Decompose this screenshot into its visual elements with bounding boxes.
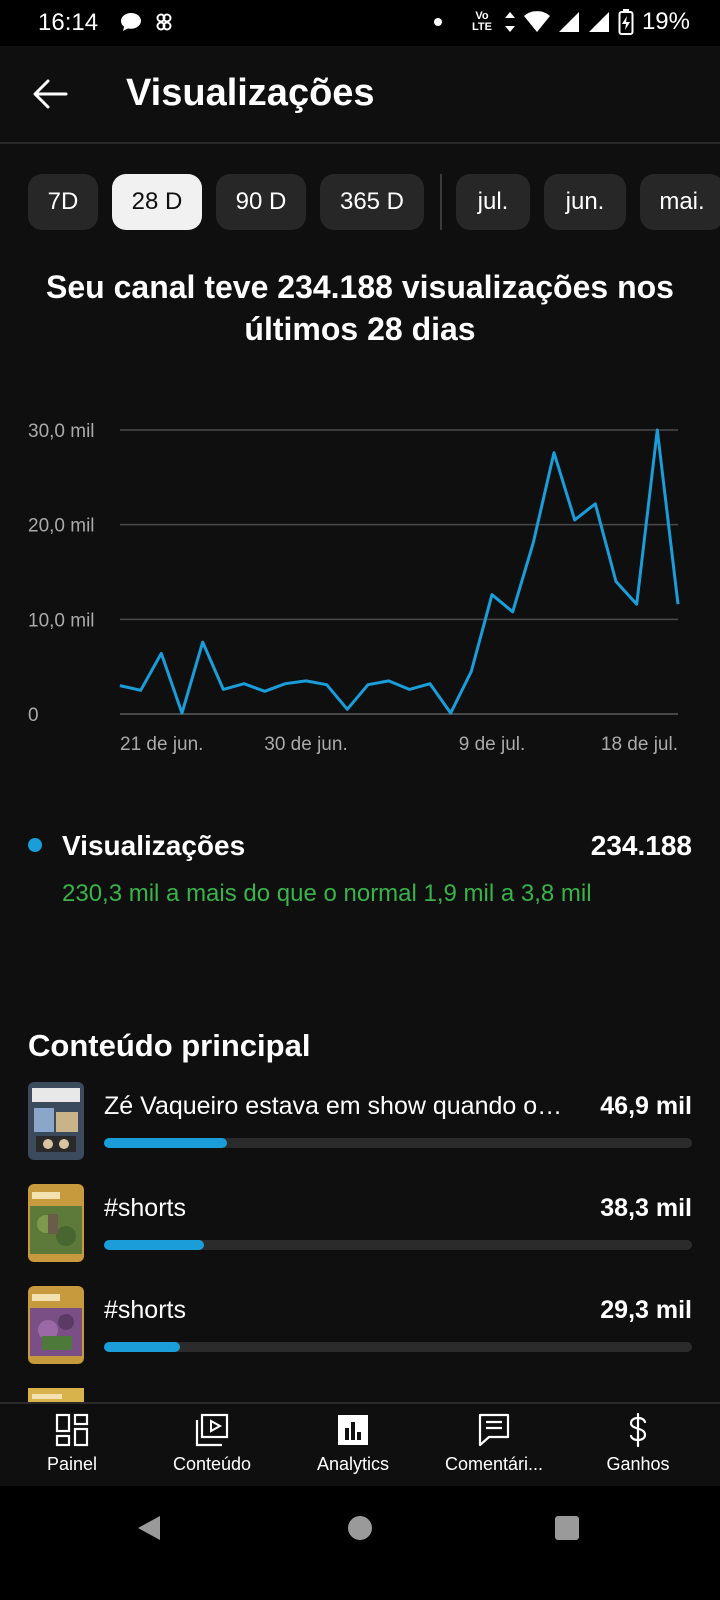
nav-label: Comentári... <box>444 1454 544 1474</box>
home-circle-icon[interactable] <box>347 1515 373 1541</box>
chat-bubble-icon <box>121 13 141 31</box>
video-thumbnail <box>28 1286 84 1364</box>
x-tick-label: 9 de jul. <box>459 734 526 755</box>
nav-label: Conteúdo <box>172 1454 252 1474</box>
chart-y-axis: 30,0 mil 20,0 mil 10,0 mil 0 <box>28 421 95 726</box>
video-thumbnail <box>28 1388 84 1402</box>
app-bar: Visualizações <box>0 46 720 144</box>
battery-percent: 19% <box>641 8 690 35</box>
recents-square-icon[interactable] <box>554 1515 580 1541</box>
comments-icon <box>478 1413 510 1447</box>
y-tick-label: 10,0 mil <box>28 610 95 631</box>
page-title: Visualizações <box>126 72 375 114</box>
chip-365d[interactable]: 365 D <box>320 174 424 230</box>
nav-item-painel[interactable]: Painel <box>0 1412 144 1475</box>
views-bar-track <box>104 1240 692 1250</box>
arrow-left-icon[interactable] <box>28 72 72 116</box>
bottom-nav: Painel Conteúdo Analytics Comentári... G… <box>0 1402 720 1488</box>
section-title-top-content: Conteúdo principal <box>28 1028 311 1063</box>
y-tick-label: 0 <box>28 705 39 726</box>
volte-indicator: Vo LTE <box>471 10 492 33</box>
metric-value: 234.188 <box>590 830 692 861</box>
data-arrows-icon <box>504 12 515 32</box>
wifi-icon <box>523 11 550 32</box>
battery-charging-icon <box>618 9 634 35</box>
views-bar-fill <box>104 1342 181 1352</box>
video-thumbnail <box>28 1082 84 1160</box>
dollar-icon <box>629 1412 647 1448</box>
signal-icon <box>558 12 579 32</box>
content-title: #shorts <box>104 1296 186 1324</box>
chart-points <box>119 429 679 714</box>
nav-label: Ganhos <box>606 1454 670 1474</box>
status-bar: 16:14 Vo LTE 19% <box>0 0 720 46</box>
dashboard-icon <box>55 1413 89 1447</box>
notification-dot-icon <box>433 18 442 26</box>
nav-item-ganhos[interactable]: Ganhos <box>566 1412 710 1475</box>
metric-name: Visualizações <box>62 830 246 861</box>
video-library-icon <box>195 1413 229 1447</box>
content-views: 29,3 mil <box>600 1296 692 1324</box>
analytics-icon <box>338 1415 368 1445</box>
nav-item-comentarios[interactable]: Comentári... <box>422 1412 566 1475</box>
x-tick-label: 30 de jun. <box>264 734 347 755</box>
legend-dot <box>28 838 42 852</box>
views-bar-track <box>104 1138 692 1148</box>
nav-label: Painel <box>46 1454 98 1474</box>
x-tick-label: 18 de jul. <box>601 734 678 755</box>
x-tick-label: 21 de jun. <box>120 734 203 755</box>
views-series-line <box>119 428 680 715</box>
chip-divider <box>440 174 442 230</box>
chart-grid <box>120 429 678 715</box>
chip-90d[interactable]: 90 D <box>216 174 306 230</box>
content-views: 38,3 mil <box>600 1194 692 1222</box>
status-time: 16:14 <box>38 9 99 36</box>
views-bar-fill <box>104 1240 204 1250</box>
chip-jul[interactable]: jul. <box>456 174 530 230</box>
video-thumbnail <box>28 1184 84 1262</box>
content-title: Zé Vaqueiro estava em show quando o s... <box>104 1092 564 1120</box>
content-row[interactable]: #shorts 38,3 mil <box>28 1184 692 1262</box>
nav-item-conteudo[interactable]: Conteúdo <box>140 1412 284 1475</box>
period-chips: 7D 28 D 90 D 365 D jul. jun. mai. <box>28 174 720 230</box>
chip-28d[interactable]: 28 D <box>112 174 202 230</box>
signal-icon <box>588 12 609 32</box>
chip-mai[interactable]: mai. <box>640 174 720 230</box>
views-bar-track <box>104 1342 692 1352</box>
chart-x-axis: 21 de jun. 30 de jun. 9 de jul. 18 de jul. <box>120 734 678 755</box>
nav-label: Analytics <box>316 1454 390 1474</box>
content-views: 46,9 mil <box>600 1092 692 1120</box>
views-headline: Seu canal teve 234.188 visualizações nos… <box>46 269 674 347</box>
chip-7d[interactable]: 7D <box>28 174 98 230</box>
views-bar-fill <box>104 1138 228 1148</box>
y-tick-label: 20,0 mil <box>28 516 95 537</box>
content-title: #shorts <box>104 1194 186 1222</box>
nav-item-analytics[interactable]: Analytics <box>281 1412 425 1475</box>
y-tick-label: 30,0 mil <box>28 421 95 442</box>
back-triangle-icon[interactable] <box>136 1514 162 1542</box>
chip-jun[interactable]: jun. <box>544 174 626 230</box>
views-line-chart[interactable]: 30,0 mil 20,0 mil 10,0 mil 0 21 de jun. 30 d… <box>0 410 720 780</box>
content-row[interactable]: #shorts 29,3 mil <box>28 1286 692 1364</box>
metric-comparison: 230,3 mil a mais do que o normal 1,9 mil… <box>62 880 592 907</box>
content-row[interactable]: Zé Vaqueiro estava em show quando o s...… <box>28 1082 692 1160</box>
app-icon <box>156 13 172 31</box>
system-nav-bar <box>0 1486 720 1600</box>
